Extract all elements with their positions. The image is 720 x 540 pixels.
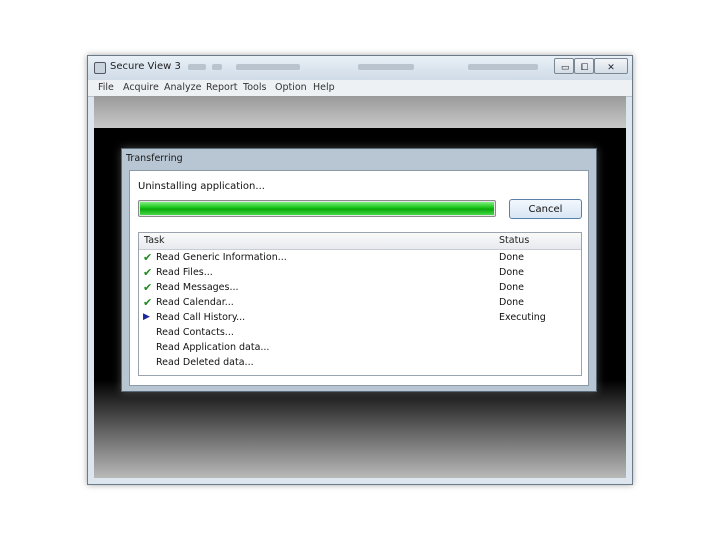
check-icon: ✔	[143, 266, 153, 279]
maximize-button[interactable]: ⧠	[574, 58, 594, 74]
task-name: Read Generic Information...	[156, 252, 287, 263]
menu-help[interactable]: Help	[313, 82, 335, 93]
menu-tools[interactable]: Tools	[243, 82, 266, 93]
task-name: Read Deleted data...	[156, 357, 254, 368]
table-row[interactable]: ✔ Read Generic Information... Done	[139, 251, 581, 266]
task-name: Read Messages...	[156, 282, 239, 293]
app-icon	[94, 62, 106, 74]
blurred-toolbar-icon	[212, 64, 222, 70]
empty-status-icon	[143, 356, 155, 369]
empty-status-icon	[143, 341, 155, 354]
task-name: Read Application data...	[156, 342, 270, 353]
check-icon: ✔	[143, 281, 153, 294]
task-status: Done	[499, 282, 524, 293]
check-icon: ✔	[143, 296, 153, 309]
dialog-body: Uninstalling application... Cancel Task …	[129, 170, 589, 386]
table-row[interactable]: Read Application data...	[139, 341, 581, 356]
operation-status: Uninstalling application...	[138, 181, 265, 192]
task-status: Done	[499, 252, 524, 263]
task-status: Executing	[499, 312, 546, 323]
blurred-toolbar-icon	[188, 64, 206, 70]
cancel-button[interactable]: Cancel	[509, 199, 582, 219]
close-button[interactable]: ✕	[594, 58, 628, 74]
menu-report[interactable]: Report	[206, 82, 238, 93]
check-icon: ✔	[143, 251, 153, 264]
table-row[interactable]: ✔ Read Calendar... Done	[139, 296, 581, 311]
task-name: Read Call History...	[156, 312, 246, 323]
transferring-dialog: Transferring Uninstalling application...…	[121, 148, 597, 392]
task-list[interactable]: Task Status ✔ Read Generic Information...…	[138, 232, 582, 376]
column-header-status[interactable]: Status	[499, 235, 529, 246]
dialog-title: Transferring	[126, 153, 183, 164]
table-row[interactable]: Read Deleted data...	[139, 356, 581, 371]
task-name: Read Contacts...	[156, 327, 234, 338]
menu-acquire[interactable]: Acquire	[123, 82, 159, 93]
menu-file[interactable]: File	[98, 82, 114, 93]
progress-bar	[138, 200, 496, 217]
blurred-toolbar-icon	[236, 64, 300, 70]
task-name: Read Files...	[156, 267, 213, 278]
progress-fill	[140, 202, 494, 215]
menu-bar: File Acquire Analyze Report Tools Option…	[88, 80, 632, 97]
minimize-button[interactable]: ▭	[554, 58, 574, 74]
task-name: Read Calendar...	[156, 297, 234, 308]
task-status: Done	[499, 267, 524, 278]
table-row[interactable]: ▶ Read Call History... Executing	[139, 311, 581, 326]
window-title: Secure View 3	[110, 61, 181, 72]
table-row[interactable]: ✔ Read Messages... Done	[139, 281, 581, 296]
menu-analyze[interactable]: Analyze	[164, 82, 201, 93]
table-row[interactable]: ✔ Read Files... Done	[139, 266, 581, 281]
blurred-toolbar-icon	[468, 64, 538, 70]
table-row[interactable]: Read Contacts...	[139, 326, 581, 341]
empty-status-icon	[143, 326, 155, 339]
play-arrow-icon: ▶	[143, 312, 150, 322]
blurred-toolbar-icon	[358, 64, 414, 70]
menu-option[interactable]: Option	[275, 82, 307, 93]
column-header-task[interactable]: Task	[144, 235, 165, 246]
list-header: Task Status	[139, 233, 581, 250]
task-status: Done	[499, 297, 524, 308]
title-bar[interactable]: Secure View 3 ▭ ⧠ ✕	[88, 56, 632, 80]
toolbar-band	[94, 96, 626, 128]
